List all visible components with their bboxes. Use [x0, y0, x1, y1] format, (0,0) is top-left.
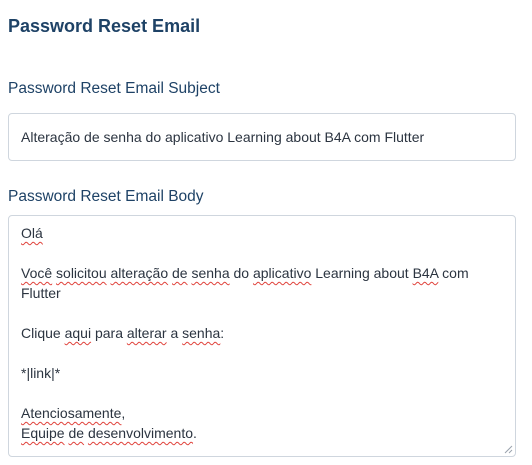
word: Você — [21, 265, 53, 281]
subject-input[interactable] — [8, 113, 516, 161]
word: alterar — [126, 325, 167, 341]
body-line-signature: Equipe de desenvolvimento. — [21, 423, 503, 443]
link-token: *|link|* — [21, 365, 61, 381]
word: do — [233, 265, 250, 281]
body-line-empty — [21, 343, 503, 363]
punctuation: , — [121, 405, 126, 421]
subject-label: Password Reset Email Subject — [8, 80, 220, 97]
closing-text: Atenciosamente — [21, 405, 122, 421]
word: de — [68, 425, 85, 441]
word: aqui — [64, 325, 92, 341]
body-label: Password Reset Email Body — [8, 188, 204, 205]
word: aplicativo — [252, 265, 312, 281]
greeting-text: Olá — [21, 225, 43, 241]
body-textarea[interactable]: Olá Você solicitou alteração de senha do… — [8, 215, 516, 457]
word: alteração — [110, 265, 169, 281]
body-line-empty — [21, 243, 503, 263]
body-line-empty — [21, 303, 503, 323]
body-line-closing: Atenciosamente, — [21, 403, 503, 423]
word: Equipe — [21, 425, 65, 441]
word: para — [94, 325, 123, 341]
word: senha — [182, 325, 221, 341]
section-title: Password Reset Email — [8, 16, 201, 36]
word: solicitou — [56, 265, 107, 281]
word: B4A — [412, 265, 439, 281]
punctuation: . — [193, 425, 197, 441]
body-line-link-token: *|link|* — [21, 363, 503, 383]
body-line-request: Você solicitou alteração de senha do apl… — [21, 263, 503, 303]
body-line-instruction: Clique aqui para alterar a senha: — [21, 323, 503, 343]
word: senha — [191, 265, 230, 281]
word: Clique — [21, 325, 61, 341]
word: a — [170, 325, 179, 341]
word: desenvolvimento — [87, 425, 194, 441]
word: de — [172, 265, 188, 281]
resize-handle-icon[interactable] — [504, 445, 513, 454]
word: Learning about — [315, 265, 409, 281]
punctuation: : — [220, 325, 225, 341]
body-line-greeting: Olá — [21, 223, 503, 243]
body-line-empty — [21, 383, 503, 403]
